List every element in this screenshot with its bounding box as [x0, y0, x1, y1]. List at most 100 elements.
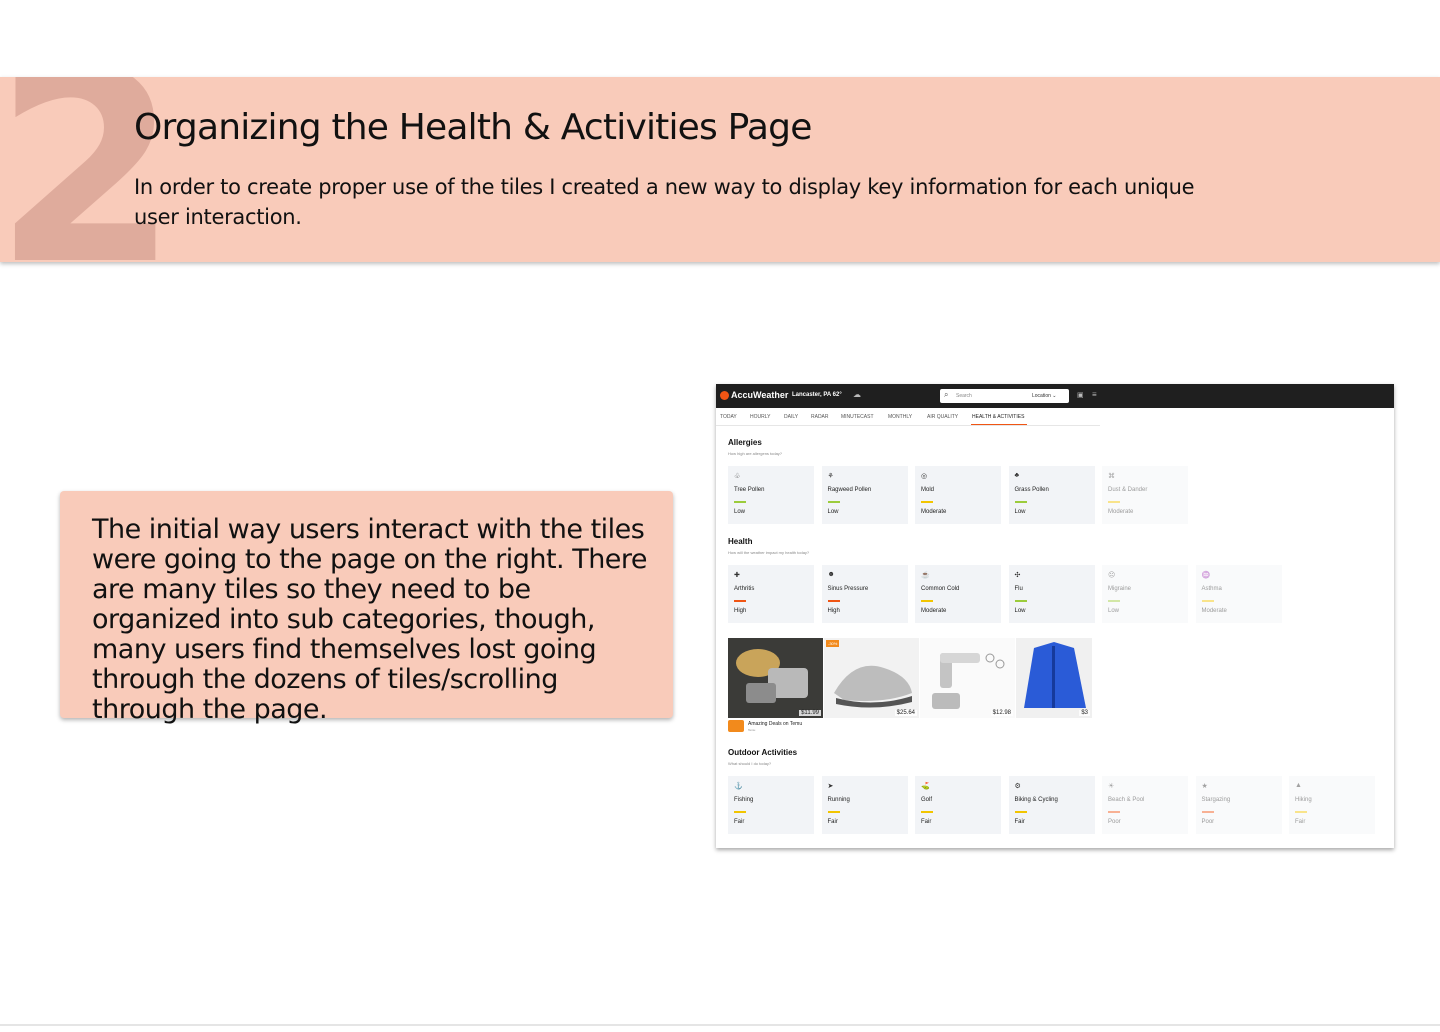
tab-monthly[interactable]: MONTHLY [888, 414, 912, 420]
video-icon[interactable]: ▣ [1077, 391, 1084, 399]
tile-ragweed-pollen[interactable]: ⚘ Ragweed Pollen Low [821, 466, 908, 524]
section-banner: 2 Organizing the Health & Activities Pag… [0, 77, 1440, 262]
discount-badge: -30% [826, 640, 840, 647]
tile-name: Biking & Cycling [1014, 797, 1058, 803]
tile-sinus-pressure[interactable]: ☻ Sinus Pressure High [821, 565, 908, 623]
tile-name: Migraine [1108, 586, 1132, 592]
accuweather-screenshot: AccuWeather Lancaster, PA 62° ☁ ⌕ Search… [716, 384, 1394, 848]
shoe-image [834, 665, 912, 708]
tile-migraine[interactable]: ☹ Migraine Low [1102, 565, 1188, 623]
current-location[interactable]: Lancaster, PA 62° [792, 392, 842, 398]
tile-level-indicator [827, 501, 840, 503]
tile-name: Ragweed Pollen [827, 487, 872, 493]
running-icon: ➤ [827, 783, 834, 790]
tile-tree-pollen[interactable]: ♧ Tree Pollen Low [728, 466, 814, 524]
health-subtitle: How will the weather impact my health to… [728, 550, 810, 555]
tab-hourly[interactable]: HOURLY [750, 414, 770, 420]
tile-level-indicator [921, 600, 933, 602]
sun-logo-icon [720, 391, 729, 400]
search-icon: ⌕ [944, 390, 949, 399]
tile-level: Low [1108, 608, 1120, 614]
tile-level-indicator [734, 811, 746, 813]
tab-minutecast[interactable]: MINUTECAST [841, 414, 874, 420]
tile-name: Mold [921, 487, 935, 493]
ad-headline[interactable]: Amazing Deals on Temu [748, 721, 802, 727]
outdoor-title: Outdoor Activities [728, 748, 798, 757]
tile-level: Fair [1014, 819, 1025, 825]
tab-daily[interactable]: DAILY [784, 414, 798, 420]
search-placeholder: Search [956, 393, 972, 399]
tile-golf[interactable]: ⛳ Golf Fair [915, 776, 1001, 834]
menu-icon[interactable]: ≡ [1092, 390, 1097, 399]
tile-level: Low [827, 509, 839, 515]
temu-logo-icon [728, 720, 744, 732]
tile-level: Low [734, 509, 746, 515]
location-label: Location [1032, 393, 1051, 399]
tile-asthma[interactable]: ♒ Asthma Moderate [1195, 565, 1282, 623]
tile-level: Fair [921, 819, 932, 825]
tile-level-indicator [734, 600, 746, 602]
tile-grass-pollen[interactable]: ♣ Grass Pollen Low [1008, 466, 1095, 524]
tab-air-quality[interactable]: AIR QUALITY [927, 414, 958, 420]
tile-arthritis[interactable]: ✚ Arthritis High [728, 565, 814, 623]
tile-stargazing[interactable]: ★ Stargazing Poor [1195, 776, 1282, 834]
tile-name: Running [827, 797, 850, 803]
tile-name: Flu [1014, 586, 1023, 592]
tile-name: Stargazing [1201, 797, 1231, 803]
tile-level: Poor [1108, 819, 1121, 825]
page-divider [0, 1024, 1440, 1026]
biking-icon: ⚙ [1014, 783, 1021, 790]
tile-level-indicator [1201, 600, 1214, 602]
ad-product-dish[interactable]: $11.99 [728, 638, 823, 718]
tile-level: Low [1014, 509, 1026, 515]
search-box[interactable]: ⌕ Search Location ⌄ [940, 389, 1069, 403]
faucet-image [932, 653, 1005, 709]
ad-product-shoe[interactable]: -30% $25.64 [824, 638, 919, 718]
ad-product-faucet[interactable]: $12.98 [920, 638, 1015, 718]
tile-running[interactable]: ➤ Running Fair [821, 776, 908, 834]
section-title: Organizing the Health & Activities Page [134, 107, 812, 148]
jacket-image [1024, 642, 1086, 708]
tile-fishing[interactable]: ⚓ Fishing Fair [728, 776, 814, 834]
tile-level: High [827, 608, 840, 614]
allergies-title: Allergies [728, 438, 762, 447]
ad-price: $3 [1079, 710, 1090, 716]
ad-carousel[interactable]: $11.99 -30% $25.64 $12.98 $3 [728, 638, 1092, 718]
arthritis-icon: ✚ [734, 572, 740, 579]
active-tab-indicator [971, 424, 1027, 425]
grass-icon: ♣ [1014, 472, 1020, 479]
tile-hiking[interactable]: ▲ Hiking Fair [1289, 776, 1375, 834]
tile-level-indicator [1295, 811, 1307, 813]
cloud-icon: ☁ [853, 390, 861, 399]
tile-level-indicator [1201, 811, 1214, 813]
tile-name: Golf [921, 797, 933, 803]
section-number: 2 [0, 77, 179, 262]
stargazing-icon: ★ [1201, 783, 1208, 790]
tile-level-indicator [827, 811, 840, 813]
tile-name: Grass Pollen [1014, 487, 1049, 493]
tile-name: Beach & Pool [1108, 797, 1145, 803]
tile-biking-cycling[interactable]: ⚙ Biking & Cycling Fair [1008, 776, 1095, 834]
ad-product-jacket[interactable]: $3 [1016, 638, 1092, 718]
tab-today[interactable]: TODAY [720, 414, 737, 420]
tile-dust-dander[interactable]: ⌘ Dust & Dander Moderate [1102, 466, 1188, 524]
asthma-icon: ♒ [1201, 572, 1211, 579]
flu-icon: ✣ [1014, 572, 1021, 579]
location-button[interactable]: Location ⌄ [1032, 393, 1057, 399]
tile-common-cold[interactable]: ☕ Common Cold Moderate [915, 565, 1001, 623]
tile-name: Common Cold [921, 586, 960, 592]
ragweed-icon: ⚘ [827, 473, 834, 480]
tile-name: Dust & Dander [1108, 487, 1148, 493]
tab-radar[interactable]: RADAR [811, 414, 829, 420]
tile-level-indicator [1108, 811, 1120, 813]
tile-flu[interactable]: ✣ Flu Low [1008, 565, 1095, 623]
brand-logo[interactable]: AccuWeather [731, 390, 788, 400]
tile-level: High [734, 608, 747, 614]
allergies-subtitle: How high are allergens today? [728, 451, 783, 456]
tile-mold[interactable]: ◎ Mold Moderate [915, 466, 1001, 524]
outdoor-subtitle: What should I do today? [728, 761, 772, 766]
tile-beach-pool[interactable]: ☀ Beach & Pool Poor [1102, 776, 1188, 834]
tile-level-indicator [1014, 600, 1027, 602]
tile-level: Low [1014, 608, 1026, 614]
tab-health-activities[interactable]: HEALTH & ACTIVITIES [972, 414, 1024, 420]
